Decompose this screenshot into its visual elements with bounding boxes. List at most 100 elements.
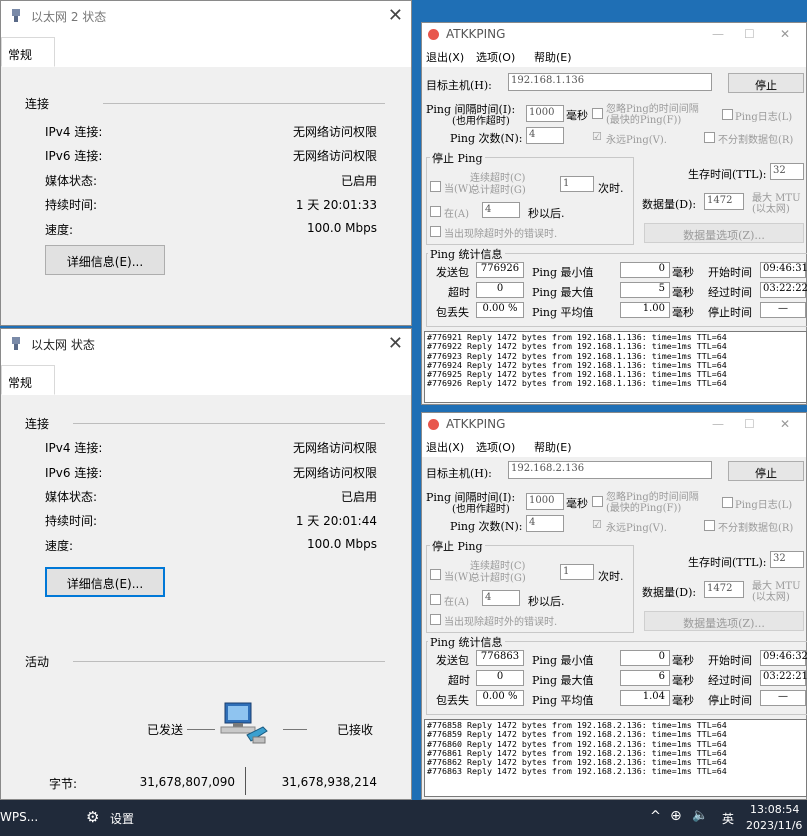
volume-icon[interactable]: 🔈 [692,808,708,823]
speed-value: 100.0 Mbps [306,221,377,235]
details-button[interactable]: 详细信息(E)... [45,567,165,597]
general-panel: 连接 IPv4 连接: 无网络访问权限 IPv6 连接: 无网络访问权限 媒体状… [1,395,411,799]
speed-label: 速度: [45,223,74,237]
times-label: 次时. [598,182,624,195]
when-label: 当(W) [444,572,473,583]
title-bar[interactable]: ATKKPING — ☐ ✕ [422,23,806,45]
ttl-label: 生存时间(TTL): [688,168,767,181]
minimize-icon[interactable]: — [712,27,724,41]
chevron-up-icon[interactable]: ^ [650,809,661,824]
clock-date[interactable]: 2023/11/6 [746,819,802,832]
times-label: 次时. [598,570,624,583]
no-fragment-checkbox[interactable] [704,520,715,531]
at-seconds-input[interactable]: 4 [482,202,520,218]
ignore-interval-checkbox[interactable] [592,496,603,507]
ethernet-status-window: 以太网 状态 ✕ 常规 连接 IPv4 连接: 无网络访问权限 IPv6 连接:… [0,328,412,800]
ping-log-label: Ping日志(L) [735,500,793,511]
menu-options[interactable]: 选项(O) [476,49,515,65]
when-checkbox[interactable] [430,181,441,192]
elapsed-time-label: 经过时间 [708,674,752,687]
media-state-value: 已启用 [340,490,377,504]
clock-time[interactable]: 13:08:54 [750,803,799,816]
menu-exit[interactable]: 退出(X) [426,439,464,455]
app-icon [428,419,439,430]
duration-label: 持续时间: [45,198,98,212]
close-icon[interactable]: ✕ [388,333,403,354]
maximize-icon[interactable]: ☐ [744,27,755,41]
menu-exit[interactable]: 退出(X) [426,49,464,65]
connection-section-title: 连接 [25,97,50,111]
ping-log-checkbox[interactable] [722,497,733,508]
minimize-icon[interactable]: — [712,417,724,431]
timeout-count-input[interactable]: 1 [560,564,594,580]
avg-value: 1.04 [620,690,670,706]
ime-indicator[interactable]: 英 [722,810,734,827]
target-host-input[interactable]: 192.168.2.136 [508,461,712,479]
ttl-input[interactable]: 32 [770,551,804,568]
ping-log: #776921 Reply 1472 bytes from 192.168.1.… [424,331,807,403]
details-button[interactable]: 详细信息(E)... [45,245,165,275]
timeout-count-input[interactable]: 1 [560,176,594,192]
network-computers-icon [220,702,268,744]
at-seconds-input[interactable]: 4 [482,590,520,606]
at-checkbox[interactable] [430,206,441,217]
timeout-label: 超时 [448,286,470,299]
stop-button[interactable]: 停止 [728,73,804,93]
forever-check-icon[interactable]: ☑ [592,130,602,143]
menu-help[interactable]: 帮助(E) [534,49,572,65]
media-state-value: 已启用 [340,174,377,188]
settings-taskbar-label[interactable]: 设置 [110,810,134,827]
forever-check-icon[interactable]: ☑ [592,518,602,531]
when-checkbox[interactable] [430,569,441,580]
close-icon[interactable]: ✕ [780,417,790,431]
data-options-button[interactable]: 数据量选项(Z)... [644,611,804,631]
tab-general[interactable]: 常规 [1,365,55,395]
ms-label: 毫秒 [566,109,588,122]
ignore-interval-checkbox[interactable] [592,108,603,119]
ping-interval-input[interactable]: 1000 [526,105,564,122]
ping-log-checkbox[interactable] [722,109,733,120]
tab-general[interactable]: 常规 [1,37,55,67]
maximize-icon[interactable]: ☐ [744,417,755,431]
title-bar[interactable]: 以太网 2 状态 ✕ [1,1,411,31]
seconds-after-label: 秒以后. [528,595,565,608]
target-host-input[interactable]: 192.168.1.136 [508,73,712,91]
error-stop-checkbox[interactable] [430,226,441,237]
title-bar[interactable]: ATKKPING — ☐ ✕ [422,413,806,435]
at-label: 在(A) [444,209,470,220]
menu-help[interactable]: 帮助(E) [534,439,572,455]
total-timeout-label: 总计超时(G) [470,185,526,196]
received-label: 已接收 [337,723,374,737]
menu-bar: 退出(X) 选项(O) 帮助(E) [422,45,806,67]
ping-count-input[interactable]: 4 [526,127,564,144]
stop-button[interactable]: 停止 [728,461,804,481]
network-globe-icon[interactable]: ⊕ [670,808,682,824]
data-size-input[interactable]: 1472 [704,581,744,598]
ping-interval-input[interactable]: 1000 [526,493,564,510]
ignore-interval-sub: (最快的Ping(F)) [606,503,682,514]
min-value: 0 [620,262,670,278]
loss-label: 包丢失 [436,694,469,707]
close-icon[interactable]: ✕ [388,5,403,26]
at-label: 在(A) [444,597,470,608]
close-icon[interactable]: ✕ [780,27,790,41]
start-time-label: 开始时间 [708,654,752,667]
settings-gear-icon[interactable]: ⚙ [86,808,99,826]
media-state-label: 媒体状态: [45,490,98,504]
ipv6-label: IPv6 连接: [45,466,103,480]
at-checkbox[interactable] [430,594,441,605]
no-fragment-checkbox[interactable] [704,132,715,143]
ping-log-label: Ping日志(L) [735,112,793,123]
min-ms-unit: 毫秒 [672,654,694,667]
error-stop-checkbox[interactable] [430,614,441,625]
menu-bar: 退出(X) 选项(O) 帮助(E) [422,435,806,457]
title-bar[interactable]: 以太网 状态 ✕ [1,329,411,359]
data-options-button[interactable]: 数据量选项(Z)... [644,223,804,243]
ping-count-input[interactable]: 4 [526,515,564,532]
data-size-input[interactable]: 1472 [704,193,744,210]
ttl-input[interactable]: 32 [770,163,804,180]
menu-options[interactable]: 选项(O) [476,439,515,455]
wps-taskbar-item[interactable]: WPS... [0,810,38,824]
loss-value: 0.00 % [476,302,524,318]
start-time-value: 09:46:31 [760,262,807,278]
